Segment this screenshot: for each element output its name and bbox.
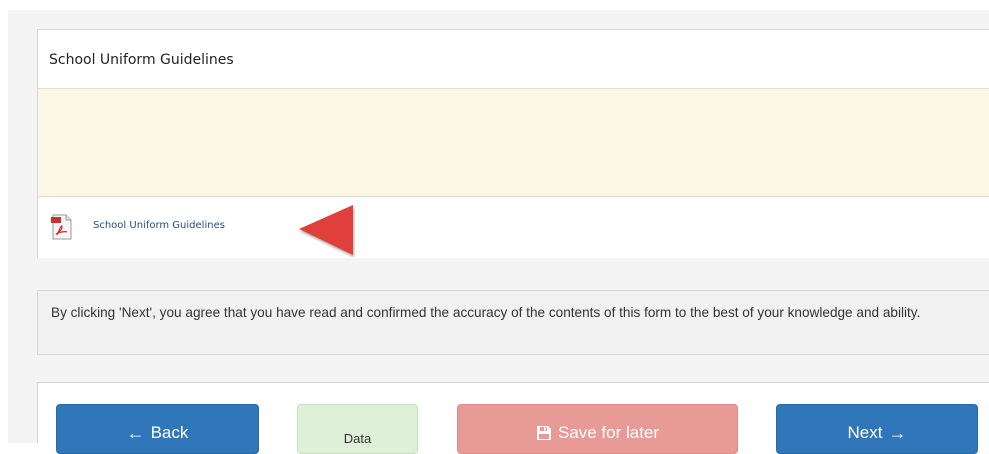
- document-body: [38, 89, 989, 197]
- data-button[interactable]: Data: [297, 404, 418, 454]
- attachment-row: School Uniform Guidelines: [38, 197, 989, 258]
- next-button-label: Next: [847, 423, 883, 442]
- agreement-box: By clicking 'Next', you agree that you h…: [37, 290, 989, 355]
- data-button-label: Data: [343, 431, 372, 446]
- document-panel: School Uniform Guidelines School Uniform…: [37, 29, 989, 258]
- pdf-icon[interactable]: [51, 214, 73, 240]
- save-icon: [536, 426, 551, 440]
- save-for-later-button[interactable]: Save for later: [457, 404, 738, 454]
- arrow-right-icon: →: [888, 423, 907, 443]
- back-button[interactable]: ← Back: [56, 404, 259, 454]
- button-bar: ← Back Data Save for later Next →: [37, 382, 989, 454]
- document-panel-header: School Uniform Guidelines: [38, 30, 989, 89]
- document-title: School Uniform Guidelines: [49, 52, 234, 68]
- arrow-left-icon: ←: [126, 423, 145, 443]
- back-button-label: Back: [150, 423, 189, 442]
- red-pointer-arrow-icon: [299, 205, 353, 255]
- attachment-link[interactable]: School Uniform Guidelines: [93, 220, 225, 231]
- next-button[interactable]: Next →: [776, 404, 978, 454]
- save-button-label: Save for later: [557, 423, 660, 442]
- agreement-text: By clicking 'Next', you agree that you h…: [51, 305, 921, 320]
